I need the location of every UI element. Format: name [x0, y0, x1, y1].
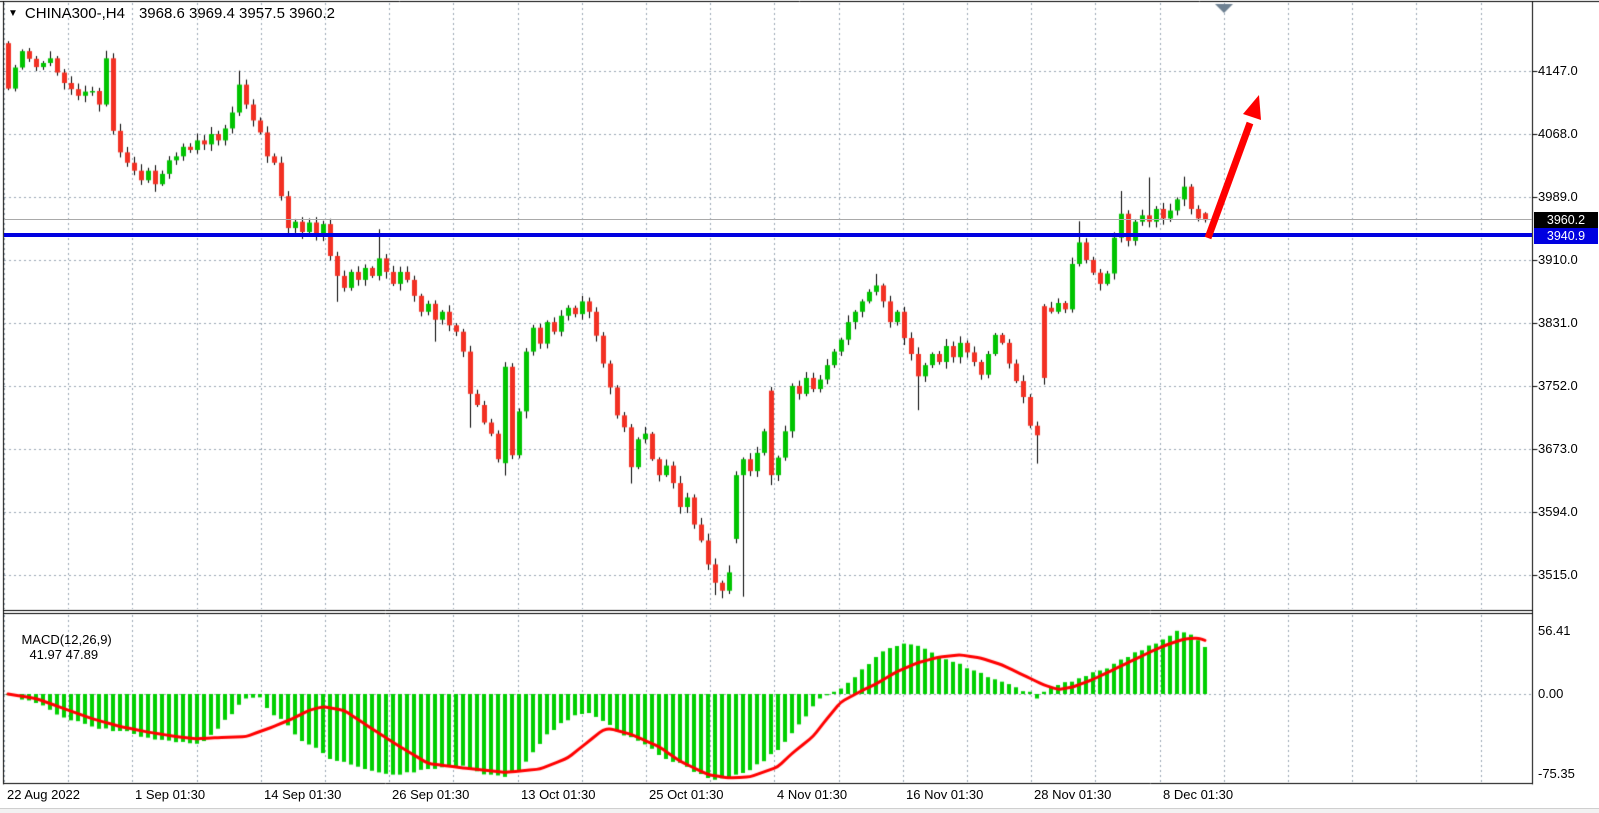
macd-name: MACD(12,26,9)	[21, 632, 111, 647]
time-axis-label: 28 Nov 01:30	[1034, 787, 1111, 802]
symbol-dropdown-icon[interactable]: ▼	[8, 8, 18, 19]
indicator-axis-label: -75.35	[1538, 766, 1575, 781]
time-axis-label: 16 Nov 01:30	[906, 787, 983, 802]
price-axis-label: 4147.0	[1538, 63, 1578, 78]
ohlc-values: 3968.6 3969.4 3957.5 3960.2	[139, 5, 335, 22]
support-line[interactable]	[4, 233, 1532, 237]
symbol-period-label: CHINA300-,H4	[25, 5, 125, 22]
time-axis-label: 8 Dec 01:30	[1163, 787, 1233, 802]
price-axis-label: 3989.0	[1538, 189, 1578, 204]
price-axis-label: 3910.0	[1538, 252, 1578, 267]
indicator-axis-label: 0.00	[1538, 686, 1563, 701]
price-axis-label: 3515.0	[1538, 567, 1578, 582]
price-axis-label: 3594.0	[1538, 504, 1578, 519]
macd-indicator-label: MACD(12,26,9) 41.97 47.89	[7, 617, 112, 677]
indicator-axis-label: 56.41	[1538, 623, 1571, 638]
time-axis-label: 14 Sep 01:30	[264, 787, 341, 802]
time-axis-label: 1 Sep 01:30	[135, 787, 205, 802]
chart-title: ▼ CHINA300-,H4 3968.6 3969.4 3957.5 3960…	[8, 5, 335, 22]
time-axis-label: 13 Oct 01:30	[521, 787, 595, 802]
macd-values: 41.97 47.89	[29, 647, 98, 662]
current-price-badge: 3960.2	[1534, 212, 1598, 228]
time-axis-label: 22 Aug 2022	[7, 787, 80, 802]
time-axis-label: 25 Oct 01:30	[649, 787, 723, 802]
time-axis-label: 4 Nov 01:30	[777, 787, 847, 802]
trend-arrow[interactable]	[1190, 88, 1282, 250]
hline-price-badge: 3940.9	[1534, 228, 1598, 244]
price-axis-label: 3673.0	[1538, 441, 1578, 456]
window-bottom-strip	[0, 808, 1599, 813]
price-axis-label: 4068.0	[1538, 126, 1578, 141]
mt4-chart-window: ▼ CHINA300-,H4 3968.6 3969.4 3957.5 3960…	[0, 0, 1599, 813]
time-axis-label: 26 Sep 01:30	[392, 787, 469, 802]
current-price-line	[4, 219, 1532, 220]
chart-canvas[interactable]	[0, 0, 1599, 813]
price-axis-label: 3752.0	[1538, 378, 1578, 393]
price-axis-label: 3831.0	[1538, 315, 1578, 330]
